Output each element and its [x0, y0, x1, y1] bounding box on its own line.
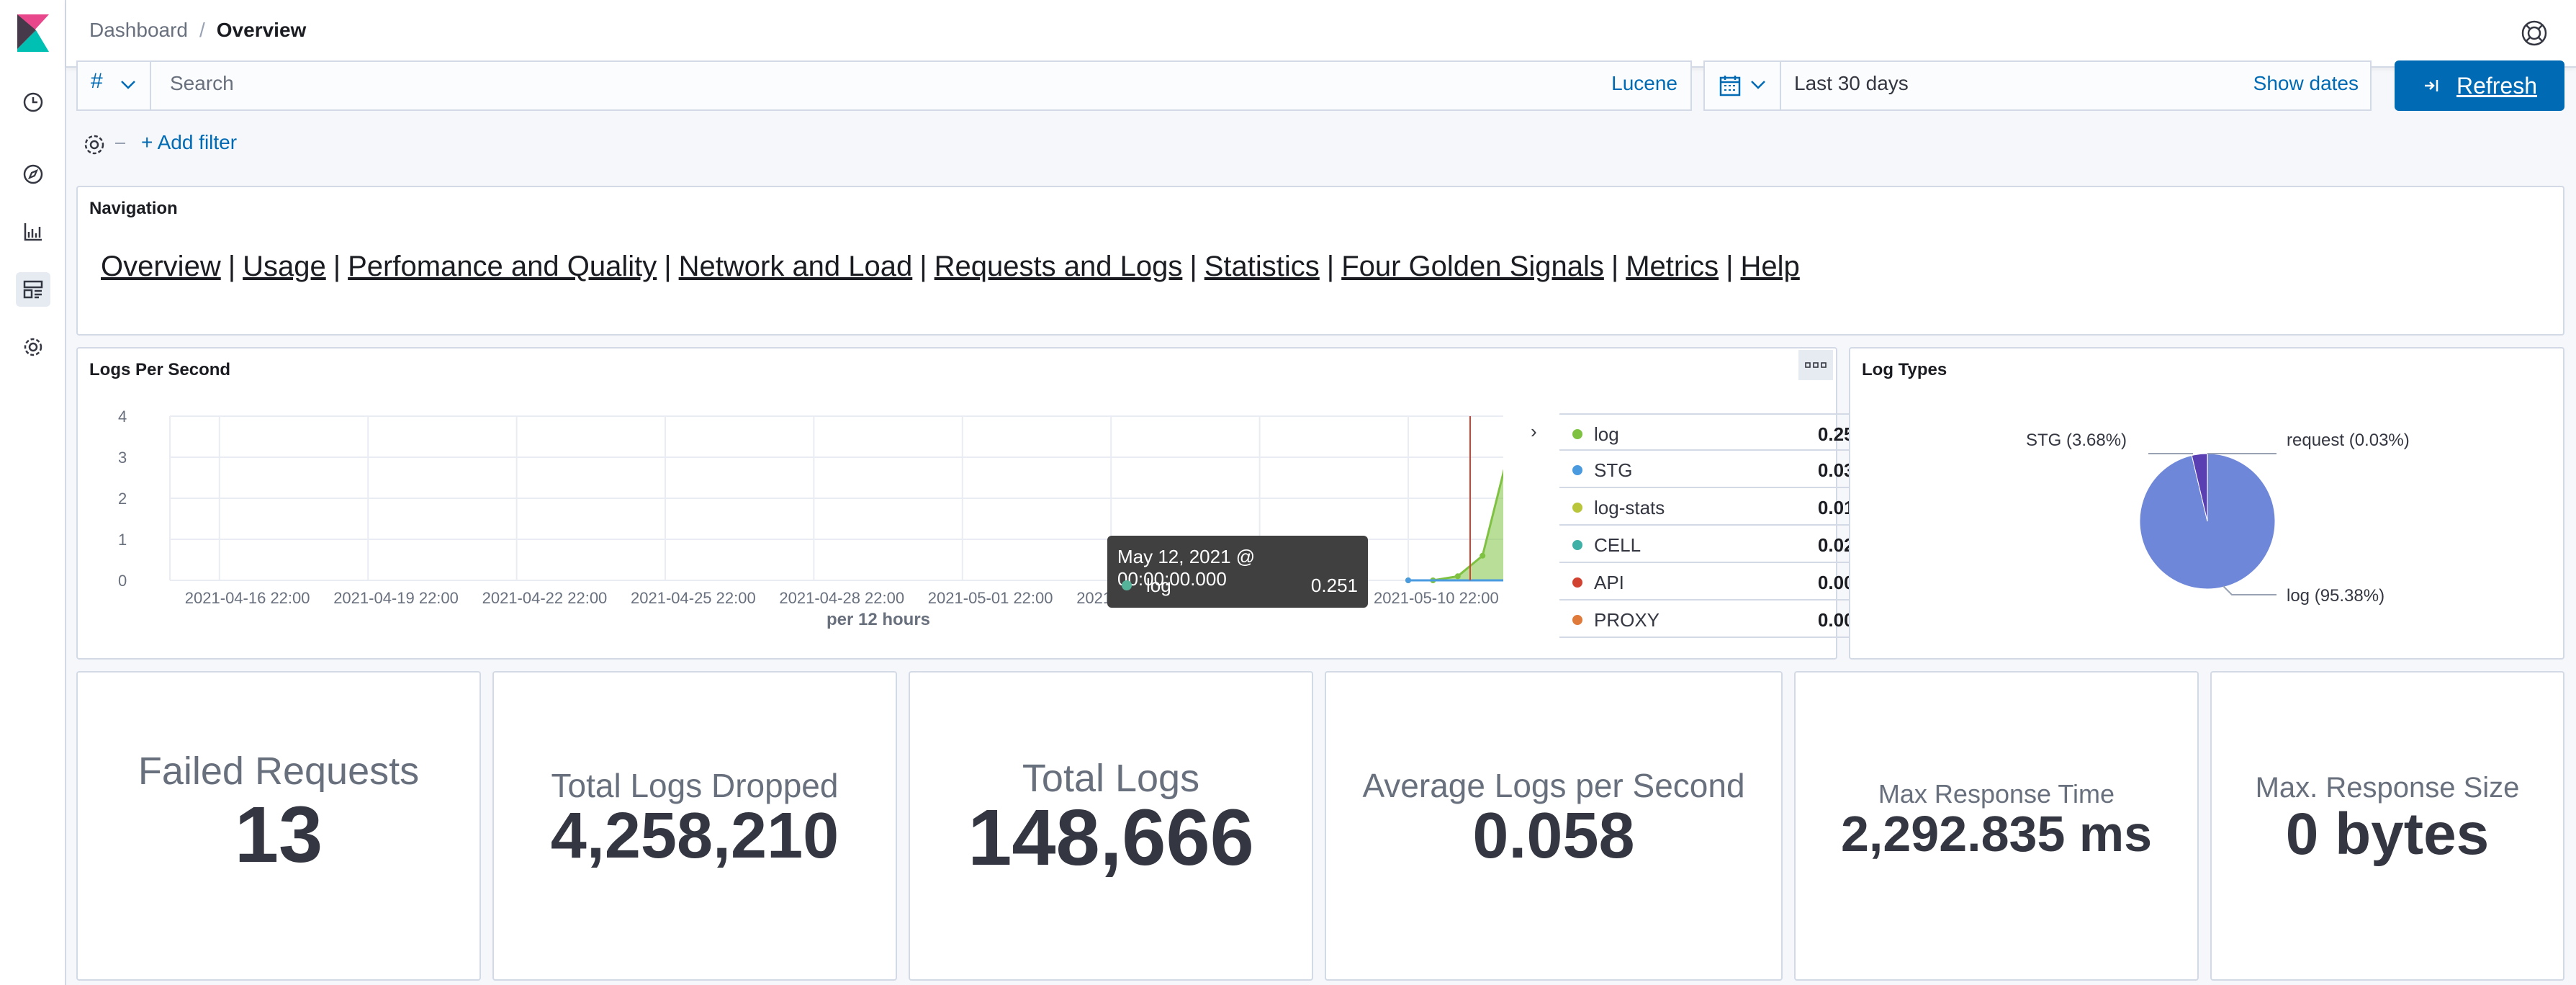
nav-link-golden-signals[interactable]: Four Golden Signals — [1341, 251, 1604, 283]
legend-item[interactable]: PROXY 0.003 — [1559, 601, 1879, 638]
nav-link-metrics[interactable]: Metrics — [1626, 251, 1719, 283]
legend-dot — [1572, 465, 1582, 475]
metric-value: 4,258,210 — [550, 800, 839, 872]
tooltip-value: 0.251 — [1310, 575, 1358, 596]
y-tick-label: 2 — [118, 490, 127, 508]
legend-toggle-icon[interactable]: › — [1531, 420, 1537, 443]
time-range[interactable]: Last 30 days — [1794, 72, 1909, 95]
left-nav — [0, 0, 66, 985]
legend-dot — [1572, 577, 1582, 588]
x-tick-label: 2021-04-28 22:00 — [779, 589, 904, 607]
tooltip-series: log — [1146, 575, 1171, 596]
query-language-toggle[interactable]: Lucene — [1611, 72, 1677, 95]
legend-item[interactable]: log 0.251 — [1559, 413, 1879, 451]
refresh-button[interactable]: Refresh — [2395, 60, 2564, 111]
data-point — [1480, 552, 1486, 559]
metric-value: 0.058 — [1472, 800, 1635, 872]
chart-legend: log 0.251 STG 0.032 log-stats 0.012 CELL 0.0… — [1559, 413, 1879, 638]
time-picker: Last 30 days Show dates — [1703, 60, 2372, 111]
show-dates-link[interactable]: Show dates — [2253, 72, 2359, 95]
refresh-icon — [2424, 80, 2438, 91]
kibana-logo[interactable] — [12, 12, 55, 55]
nav-link-usage[interactable]: Usage — [243, 251, 326, 283]
x-tick-label: 2021-05-01 22:00 — [928, 589, 1053, 607]
dashboard-icon[interactable] — [16, 272, 50, 307]
add-filter-button[interactable]: + Add filter — [141, 131, 237, 154]
metric-total-logs: Total Logs 148,666 — [909, 671, 1313, 981]
nav-link-statistics[interactable]: Statistics — [1204, 251, 1320, 283]
log-types-panel: Log Types STG (3.68%) request (0.03%) lo… — [1849, 347, 2564, 660]
chevron-down-icon[interactable] — [118, 75, 138, 95]
x-tick-label: 2021-04-22 22:00 — [482, 589, 608, 607]
metric-value: 13 — [234, 791, 323, 879]
x-tick-label: 2021-04-25 22:00 — [631, 589, 756, 607]
x-tick-label: 2021-04-19 22:00 — [333, 589, 459, 607]
metric-failed-requests: Failed Requests 13 — [76, 671, 481, 981]
nav-link-requests[interactable]: Requests and Logs — [935, 251, 1183, 283]
panel-options-button[interactable] — [1798, 350, 1833, 380]
breadcrumb: Dashboard / Overview — [89, 19, 306, 42]
legend-item[interactable]: CELL 0.024 — [1559, 526, 1879, 563]
legend-item[interactable]: log-stats 0.012 — [1559, 488, 1879, 526]
log-types-pie — [2139, 453, 2276, 595]
nav-link-performance[interactable]: Perfomance and Quality — [348, 251, 657, 283]
breadcrumb-separator: / — [199, 19, 205, 41]
breadcrumb-dashboard[interactable]: Dashboard — [89, 19, 188, 42]
navigation-links: Overview | Usage | Perfomance and Quality |… — [101, 251, 1800, 283]
nav-link-overview[interactable]: Overview — [101, 251, 221, 283]
refresh-label: Refresh — [2456, 72, 2538, 99]
navigation-panel: Navigation Overview | Usage | Perfomance a… — [76, 186, 2564, 336]
legend-dot — [1572, 615, 1582, 625]
data-point — [1405, 577, 1411, 583]
recently-viewed-icon[interactable] — [16, 85, 50, 120]
panel-title: Navigation — [89, 199, 178, 218]
more-options-icon — [1805, 362, 1827, 368]
metric-label: Max. Response Size — [2255, 772, 2520, 804]
y-tick-label: 1 — [118, 531, 127, 549]
legend-dot — [1572, 429, 1582, 439]
metric-average-logs-per-second: Average Logs per Second 0.058 — [1325, 671, 1783, 981]
pie-label-request: request (0.03%) — [2287, 431, 2410, 450]
pie-label-stg: STG (3.68%) — [2026, 431, 2127, 450]
search-input[interactable]: Search — [170, 72, 234, 95]
breadcrumb-current: Overview — [216, 19, 307, 41]
y-tick-label: 4 — [118, 408, 127, 426]
pie-leader — [2223, 585, 2276, 595]
metric-value: 2,292.835 ms — [1840, 806, 2153, 862]
x-tick-label: 2021-04-16 22:00 — [185, 589, 310, 607]
metric-label: Failed Requests — [138, 750, 420, 793]
query-bar: # Search Lucene — [76, 60, 1692, 111]
calendar-icon[interactable] — [1718, 73, 1742, 98]
metric-value: 0 bytes — [2285, 801, 2490, 867]
nav-link-network[interactable]: Network and Load — [679, 251, 913, 283]
y-tick-label: 3 — [118, 449, 127, 467]
x-axis-label: per 12 hours — [827, 610, 930, 629]
data-point — [1454, 573, 1461, 580]
discover-compass-icon[interactable] — [16, 157, 50, 192]
legend-item[interactable]: STG 0.032 — [1559, 451, 1879, 488]
management-gear-icon[interactable] — [16, 330, 50, 364]
filter-settings-gear-icon[interactable] — [82, 132, 107, 157]
legend-dot — [1572, 503, 1582, 513]
legend-dot — [1572, 540, 1582, 550]
query-language-hash[interactable]: # — [91, 69, 103, 94]
tooltip-dot — [1122, 580, 1132, 590]
x-tick-label: 2021-05-10 22:00 — [1374, 589, 1499, 607]
nav-link-help[interactable]: Help — [1741, 251, 1800, 283]
logs-per-second-panel: Logs Per Second 0 1 2 3 4 2021-04-16 22:00 202… — [76, 347, 1879, 660]
metric-max-response-time: Max Response Time 2,292.835 ms — [1794, 671, 2199, 981]
pie-label-log: log (95.38%) — [2287, 586, 2385, 606]
help-lifebuoy-icon[interactable] — [2518, 17, 2550, 49]
legend-item[interactable]: API 0.008 — [1559, 563, 1879, 601]
metric-total-logs-dropped: Total Logs Dropped 4,258,210 — [492, 671, 897, 981]
metric-max-response-size: Max. Response Size 0 bytes — [2210, 671, 2564, 981]
visualize-icon[interactable] — [16, 215, 50, 249]
metric-value: 148,666 — [968, 793, 1254, 882]
series-log-area — [1408, 473, 1503, 580]
chart-tooltip: May 12, 2021 @ 00:00:00.000 log 0.251 — [1107, 536, 1368, 608]
chevron-down-icon[interactable] — [1748, 75, 1768, 95]
top-header: Dashboard / Overview — [66, 0, 2576, 68]
y-tick-label: 0 — [118, 572, 127, 590]
